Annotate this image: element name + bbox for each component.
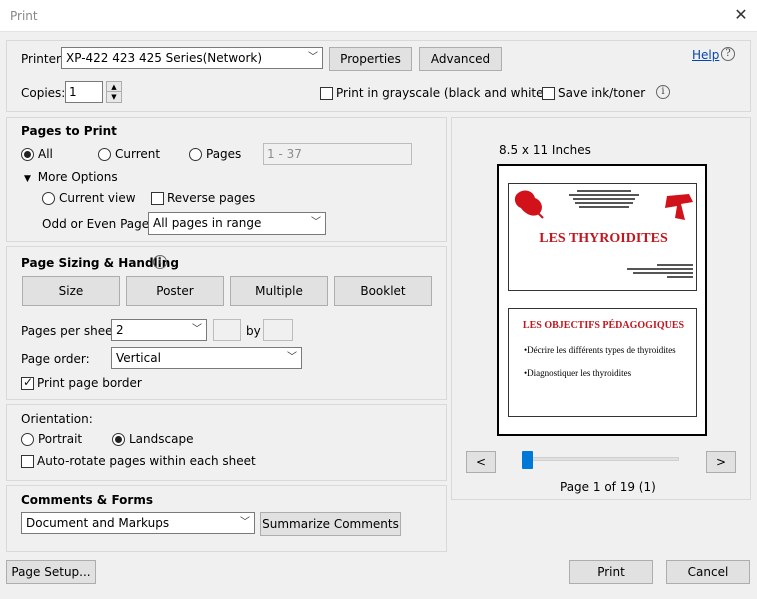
preview-page: LES THYROIDITES LES OBJECTIFS PÉDAGOGIQU… [497,164,707,436]
advanced-button[interactable]: Advanced [419,47,502,71]
help-link[interactable]: Help [692,48,719,62]
slide2-title: LES OBJECTIFS PÉDAGOGIQUES [522,320,685,331]
page-slider-thumb[interactable] [522,451,533,469]
comments-heading: Comments & Forms [21,493,153,507]
chevron-down-icon: ﹀ [311,217,321,228]
multiple-button[interactable]: Multiple [230,276,328,306]
page-slider-track[interactable] [523,457,679,461]
slide1-header-lines [569,188,639,210]
stepper-down-icon[interactable]: ▼ [107,92,121,102]
grayscale-checkbox[interactable] [320,87,333,100]
pages-per-sheet-rows[interactable] [263,319,293,341]
logo-left-icon [514,190,544,219]
title-bar [0,0,757,32]
page-order-label: Page order: [21,352,90,366]
pages-range-input[interactable]: 1 - 37 [263,143,412,165]
chevron-down-icon: ﹀ [192,324,202,335]
print-button[interactable]: Print [569,560,653,584]
properties-button[interactable]: Properties [329,47,412,71]
auto-rotate-label: Auto-rotate pages within each sheet [37,454,256,468]
printer-select[interactable]: XP-422 423 425 Series(Network) ﹀ [61,47,323,69]
pages-range-label: Pages [206,147,242,161]
comments-select[interactable]: Document and Markups ﹀ [21,512,255,534]
page-setup-button[interactable]: Page Setup... [6,560,96,584]
info-icon[interactable]: i [153,255,167,269]
size-button[interactable]: Size [22,276,120,306]
page-order-value: Vertical [116,351,161,365]
portrait-radio[interactable] [21,433,34,446]
copies-label: Copies: [21,86,66,100]
stepper-up-icon[interactable]: ▲ [107,82,121,92]
all-pages-radio[interactable] [21,148,34,161]
pages-range-radio[interactable] [189,148,202,161]
print-border-label: Print page border [37,376,142,390]
slide1-title: LES THYROIDITES [539,231,668,246]
chevron-down-icon: ﹀ [287,352,297,363]
chevron-left-icon: < [475,455,487,469]
paper-size-label: 8.5 x 11 Inches [499,143,591,157]
close-icon[interactable]: ✕ [733,6,749,24]
more-options-toggle[interactable]: ▼ More Options [24,170,118,184]
summarize-comments-button[interactable]: Summarize Comments [260,512,401,536]
copies-input[interactable]: 1 [65,81,103,103]
odd-even-select[interactable]: All pages in range ﹀ [148,212,326,235]
slide2-bullet-2: •Diagnostiquer les thyroidites [524,368,632,378]
printer-select-value: XP-422 423 425 Series(Network) [66,51,263,65]
reverse-pages-label: Reverse pages [167,191,256,205]
pages-per-sheet-label: Pages per sheet: [21,324,122,338]
help-icon[interactable]: ? [721,47,735,61]
all-pages-label: All [38,147,53,161]
landscape-label: Landscape [129,432,194,446]
page-order-select[interactable]: Vertical ﹀ [111,347,302,369]
save-ink-label: Save ink/toner [558,86,646,100]
print-border-checkbox[interactable] [21,375,34,390]
page-status: Page 1 of 19 (1) [560,480,656,494]
slide2-bullet-1: •Décrire les différents types de thyroid… [524,345,676,355]
prev-page-button[interactable]: < [466,451,496,473]
pages-to-print-heading: Pages to Print [21,124,117,138]
reverse-pages-checkbox[interactable] [151,192,164,205]
copies-stepper[interactable]: ▲ ▼ [106,81,122,103]
preview-slide-1: LES THYROIDITES [508,183,697,291]
next-page-button[interactable]: > [706,451,736,473]
window-title: Print [10,9,38,23]
pages-per-sheet-select[interactable]: 2 ﹀ [111,319,207,341]
by-label: by [246,324,261,338]
current-page-radio[interactable] [98,148,111,161]
info-icon[interactable]: i [656,85,670,99]
printer-label: Printer: [21,52,65,66]
portrait-label: Portrait [38,432,83,446]
cancel-button[interactable]: Cancel [666,560,750,584]
poster-button[interactable]: Poster [126,276,224,306]
pages-per-sheet-columns[interactable] [213,319,241,341]
triangle-down-icon: ▼ [24,174,31,184]
landscape-radio[interactable] [112,433,125,446]
preview-slide-2: LES OBJECTIFS PÉDAGOGIQUES •Décrire les … [508,308,697,417]
booklet-button[interactable]: Booklet [334,276,432,306]
auto-rotate-checkbox[interactable] [21,455,34,468]
odd-even-select-value: All pages in range [153,216,262,230]
pages-per-sheet-value: 2 [116,323,124,337]
slide1-footer-lines [627,262,693,280]
chevron-down-icon: ﹀ [240,517,250,528]
comments-select-value: Document and Markups [26,516,170,530]
chevron-right-icon: > [715,455,727,469]
more-options-label: More Options [37,170,118,184]
odd-even-label: Odd or Even Pages: [42,217,160,231]
save-ink-checkbox[interactable] [542,87,555,100]
chevron-down-icon: ﹀ [308,52,318,63]
orientation-heading: Orientation: [21,412,93,426]
current-view-label: Current view [59,191,136,205]
logo-right-icon [665,194,693,220]
current-view-radio[interactable] [42,192,55,205]
grayscale-label: Print in grayscale (black and white) [336,86,549,100]
current-page-label: Current [115,147,161,161]
